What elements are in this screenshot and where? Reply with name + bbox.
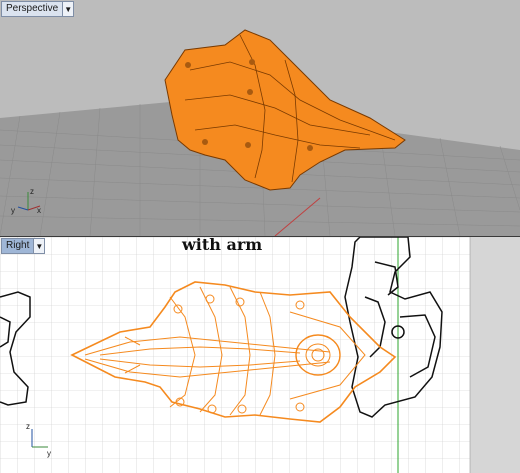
axis-x-label: x (37, 206, 41, 215)
axis-z-label: z (30, 187, 34, 196)
viewport-title[interactable]: Right (2, 239, 33, 253)
axis-y-label: y (47, 449, 51, 458)
right-grid (0, 237, 520, 473)
overlay-title: with arm (182, 237, 263, 254)
chevron-down-icon[interactable]: ▼ (33, 239, 45, 253)
axis-y-label: y (11, 206, 15, 215)
axis-z-label: z (26, 422, 30, 431)
viewport-title[interactable]: Perspective (2, 2, 62, 16)
right-scene: z y (0, 237, 520, 473)
rhino-app: Perspective ▼ z y x Right ▼ with arm z y (0, 0, 520, 473)
right-viewport[interactable]: Right ▼ with arm z y (0, 237, 520, 473)
chevron-down-icon[interactable]: ▼ (62, 2, 74, 16)
perspective-scene: z y x (0, 29, 520, 236)
right-viewport-tab[interactable]: Right ▼ (1, 238, 46, 254)
perspective-viewport-tab[interactable]: Perspective ▼ (1, 1, 75, 17)
perspective-viewport[interactable]: Perspective ▼ z y x (0, 0, 520, 236)
right-grid-margin (470, 237, 520, 473)
